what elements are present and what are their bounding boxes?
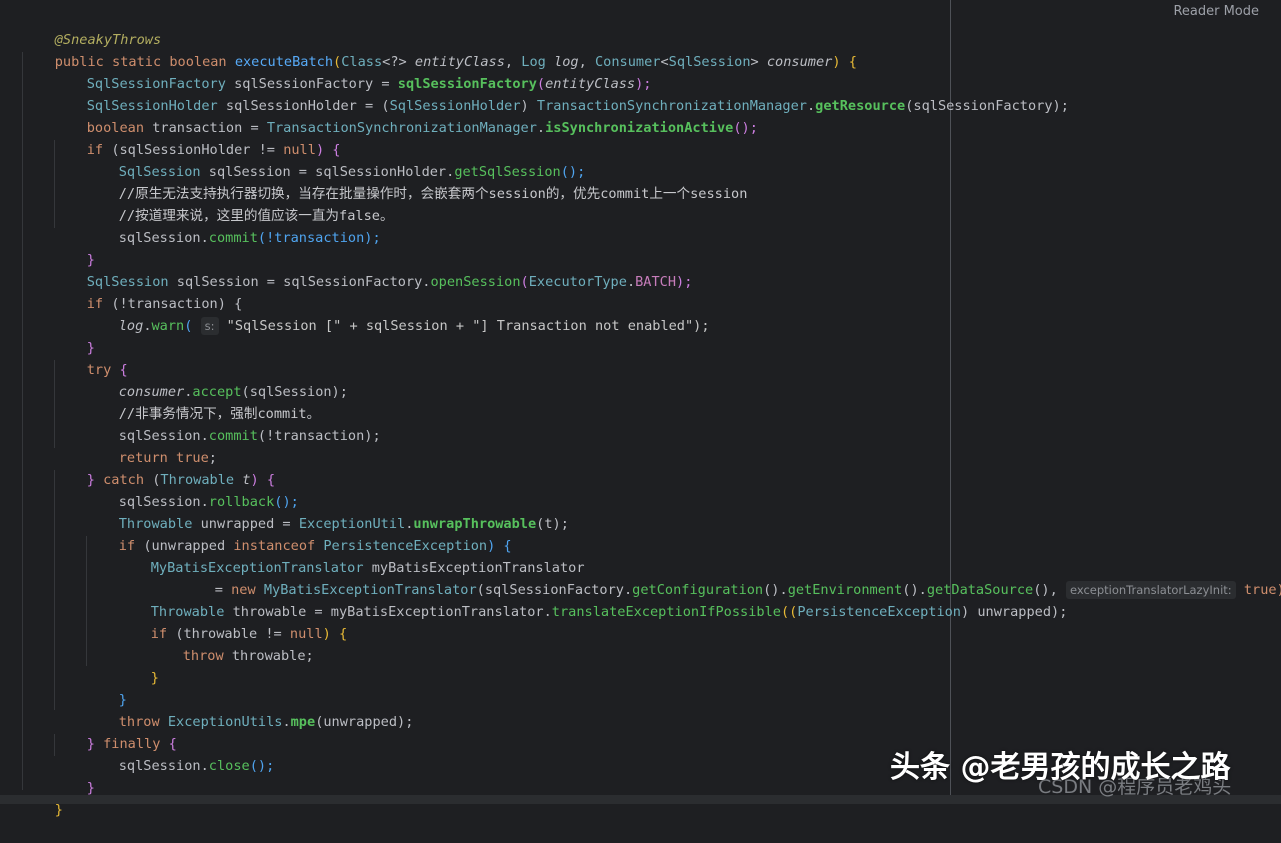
method-call: mpe xyxy=(290,714,316,730)
code-line-15[interactable]: } xyxy=(54,315,95,356)
type: ExecutorType xyxy=(528,274,627,290)
code-line-8[interactable]: //原生无法支持执行器切换，当存在批量操作时，会嵌套两个session的，优先c… xyxy=(86,161,748,202)
code-line-25[interactable]: MyBatisExceptionTranslator myBatisExcept… xyxy=(118,535,585,576)
code-line-13[interactable]: if (!transaction) { xyxy=(54,271,243,312)
token: > xyxy=(750,54,767,70)
type: SqlSession xyxy=(668,54,751,70)
code-line-17[interactable]: consumer.accept(sqlSession); xyxy=(86,359,348,400)
code-line-27[interactable]: Throwable throwable = myBatisExceptionTr… xyxy=(118,579,1068,620)
method-call: close xyxy=(208,758,250,774)
method-call: isSynchronizationActive xyxy=(545,120,734,136)
token: . xyxy=(806,98,816,114)
token: . xyxy=(282,714,291,730)
keyword: true); xyxy=(1243,582,1281,598)
code-line-7[interactable]: SqlSession sqlSession = sqlSessionHolder… xyxy=(86,139,586,180)
method-call: openSession xyxy=(430,274,521,290)
string: "SqlSession [" + sqlSession + "] Transac… xyxy=(218,318,710,334)
brace: } xyxy=(86,780,95,796)
token: throwable; xyxy=(231,648,314,664)
method-call: translateExceptionIfPossible xyxy=(551,604,781,620)
code-line-30[interactable]: } xyxy=(118,645,159,686)
code-line-16[interactable]: try { xyxy=(54,337,128,378)
code-line-35[interactable]: } xyxy=(54,755,95,796)
code-line-19[interactable]: sqlSession.commit(!transaction); xyxy=(86,403,381,444)
token: . xyxy=(536,120,546,136)
token: (sqlSessionFactory); xyxy=(905,98,1069,114)
code-line-20[interactable]: return true; xyxy=(86,425,217,466)
code-editor[interactable]: Reader Mode @SneakyThrows public static … xyxy=(0,0,1281,818)
paren: (( xyxy=(780,604,798,620)
paren: ( xyxy=(184,318,201,334)
code-line-9[interactable]: //按道理来说，这里的值应该一直为false。 xyxy=(86,183,394,224)
token: < xyxy=(660,54,669,70)
code-line-23[interactable]: Throwable unwrapped = ExceptionUtil.unwr… xyxy=(86,491,569,532)
paren: (); xyxy=(733,120,758,136)
code-line-24[interactable]: if (unwrapped instanceof PersistenceExce… xyxy=(86,513,512,554)
code-line-21[interactable]: } catch (Throwable t) { xyxy=(54,447,275,488)
paren: (); xyxy=(249,758,275,774)
brace: } xyxy=(54,802,63,818)
reader-mode-button[interactable]: Reader Mode xyxy=(1173,4,1259,19)
code-line-12[interactable]: SqlSession sqlSession = sqlSessionFactor… xyxy=(54,249,693,290)
token: (!transaction); xyxy=(257,428,381,444)
token: (unwrapped); xyxy=(315,714,414,730)
param-hint: exceptionTranslatorLazyInit: xyxy=(1065,581,1236,599)
right-margin-guide xyxy=(950,0,951,804)
code-line-31[interactable]: } xyxy=(86,667,127,708)
param-hint: s: xyxy=(200,317,219,335)
watermark-toutiao: 头条 @老男孩的成长之路 xyxy=(890,750,1231,785)
method-call: warn xyxy=(151,318,185,334)
token: (t); xyxy=(536,516,569,532)
paren: ) { xyxy=(832,54,857,70)
brace: } xyxy=(150,670,159,686)
code-line-29[interactable]: throw throwable; xyxy=(150,623,314,664)
token: sqlSession. xyxy=(118,758,209,774)
code-line-5[interactable]: boolean transaction = TransactionSynchro… xyxy=(54,95,758,136)
brace: ) { xyxy=(322,626,348,642)
method-call: commit xyxy=(208,230,258,246)
token: ) unwrapped); xyxy=(961,604,1068,620)
code-line-1[interactable]: @SneakyThrows xyxy=(22,7,161,48)
code-line-3[interactable]: SqlSessionFactory sqlSessionFactory = sq… xyxy=(54,51,652,92)
code-line-34[interactable]: sqlSession.close(); xyxy=(86,733,275,774)
enum-constant: BATCH xyxy=(635,274,677,290)
code-line-6[interactable]: if (sqlSessionHolder != null) { xyxy=(54,117,341,158)
code-line-11[interactable]: } xyxy=(54,227,95,268)
code-line-10[interactable]: sqlSession.commit(!transaction); xyxy=(86,205,381,246)
param: consumer xyxy=(766,54,833,70)
code-line-14[interactable]: log.warn( s: "SqlSession [" + sqlSession… xyxy=(86,293,710,335)
code-line-32[interactable]: throw ExceptionUtils.mpe(unwrapped); xyxy=(86,689,414,730)
code-line-2[interactable]: public static boolean executeBatch(Class… xyxy=(22,29,857,70)
token: . xyxy=(626,274,636,290)
type: ExceptionUtils xyxy=(167,714,283,730)
indent-guide xyxy=(22,52,23,790)
token: (!transaction); xyxy=(257,230,381,246)
paren: ( xyxy=(520,274,529,290)
code-line-28[interactable]: if (throwable != null) { xyxy=(118,601,347,642)
code-line-18[interactable]: //非事务情况下，强制commit。 xyxy=(86,381,320,422)
paren: ); xyxy=(676,274,693,290)
keyword: throw xyxy=(182,648,232,664)
method-call: getResource xyxy=(815,98,906,114)
token: . xyxy=(143,318,152,334)
code-line-33[interactable]: } finally { xyxy=(54,711,177,752)
code-line-26[interactable]: = new MyBatisExceptionTranslator(sqlSess… xyxy=(182,557,1281,599)
code-line-22[interactable]: sqlSession.rollback(); xyxy=(86,469,299,510)
code-line-4[interactable]: SqlSessionHolder sqlSessionHolder = (Sql… xyxy=(54,73,1069,114)
field: log xyxy=(118,318,144,334)
type: PersistenceException xyxy=(797,604,961,620)
token: sqlSession. xyxy=(118,230,209,246)
